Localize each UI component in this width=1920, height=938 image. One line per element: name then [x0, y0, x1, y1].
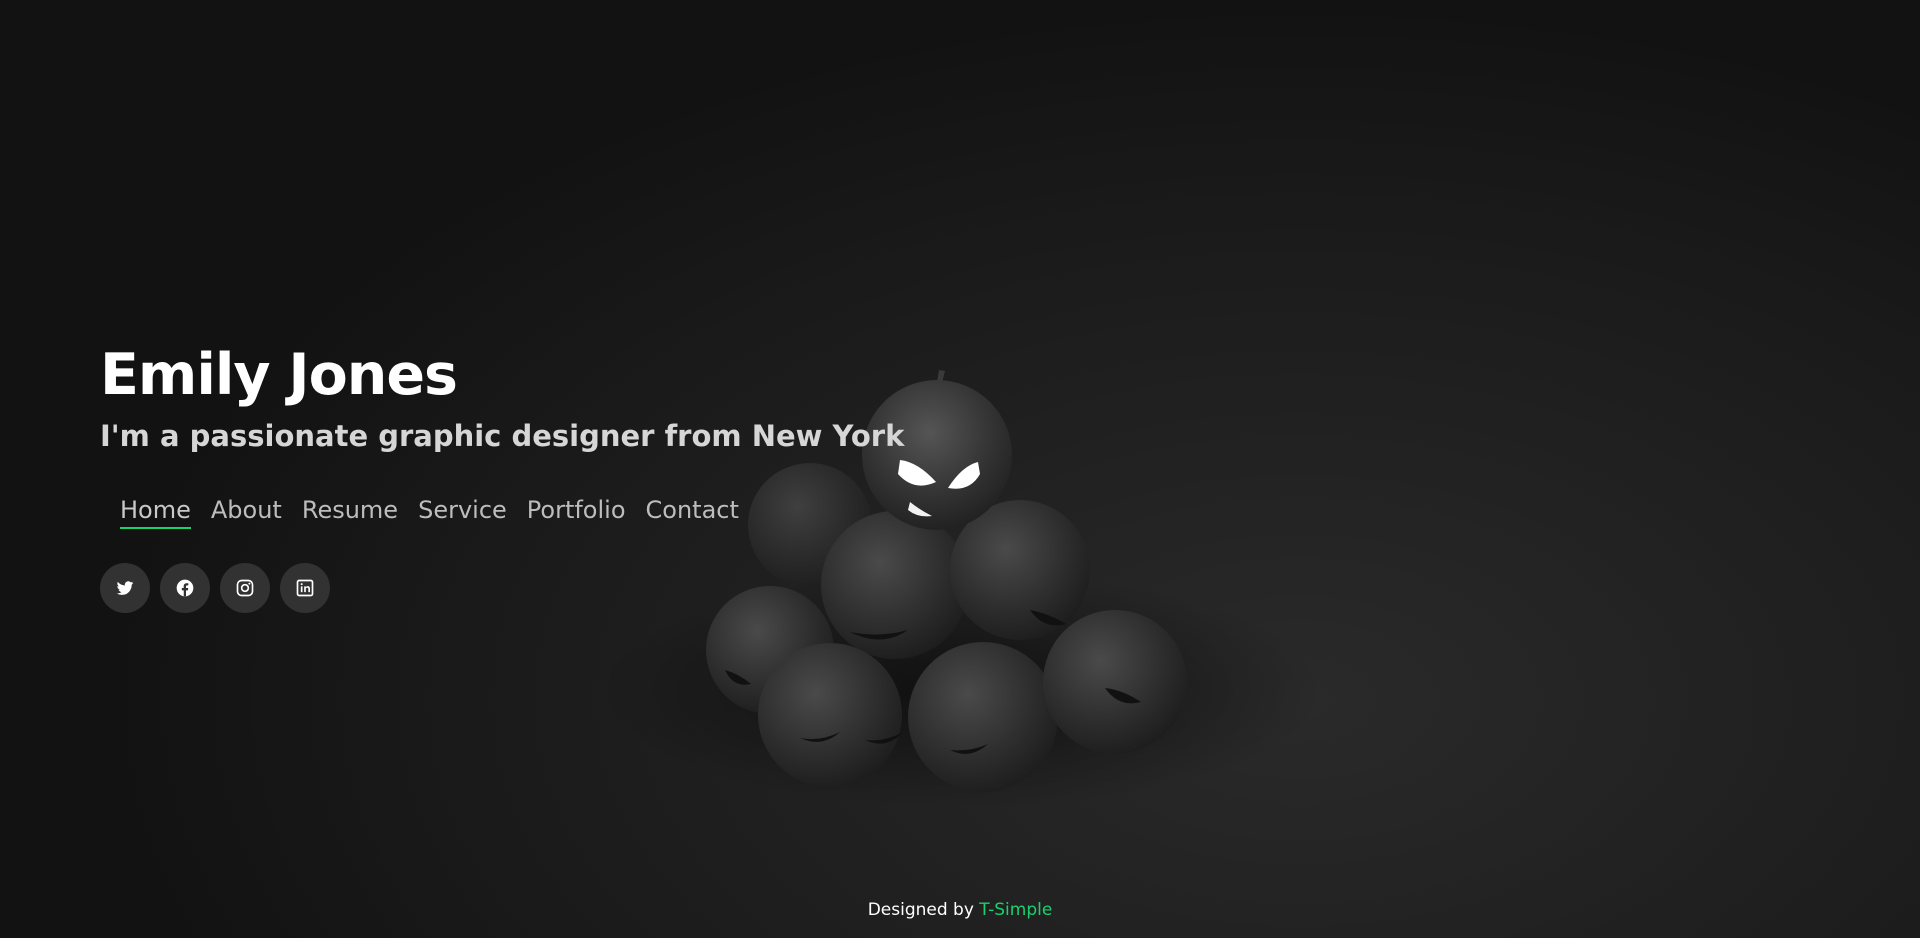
linkedin-icon — [295, 578, 315, 598]
nav-item-home[interactable]: Home — [120, 496, 191, 529]
instagram-button[interactable] — [220, 563, 270, 613]
main-nav: Home About Resume Service Portfolio Cont… — [120, 496, 904, 529]
facebook-button[interactable] — [160, 563, 210, 613]
footer-brand-link[interactable]: T-Simple — [979, 900, 1052, 920]
nav-item-contact[interactable]: Contact — [646, 496, 739, 529]
twitter-icon — [115, 578, 135, 598]
instagram-icon — [235, 578, 255, 598]
twitter-button[interactable] — [100, 563, 150, 613]
facebook-icon — [175, 578, 195, 598]
nav-item-about[interactable]: About — [211, 496, 282, 529]
intro-block: Emily Jones I'm a passionate graphic des… — [100, 340, 904, 613]
hero-section: Emily Jones I'm a passionate graphic des… — [0, 0, 1920, 938]
page-title: Emily Jones — [100, 342, 458, 408]
social-links — [100, 563, 904, 613]
tagline: I'm a passionate graphic designer from N… — [100, 419, 905, 453]
linkedin-button[interactable] — [280, 563, 330, 613]
nav-item-service[interactable]: Service — [418, 496, 507, 529]
footer-credits: Designed by T-Simple — [0, 900, 1920, 920]
nav-item-portfolio[interactable]: Portfolio — [527, 496, 626, 529]
nav-item-resume[interactable]: Resume — [302, 496, 398, 529]
footer-prefix: Designed by — [867, 900, 980, 920]
